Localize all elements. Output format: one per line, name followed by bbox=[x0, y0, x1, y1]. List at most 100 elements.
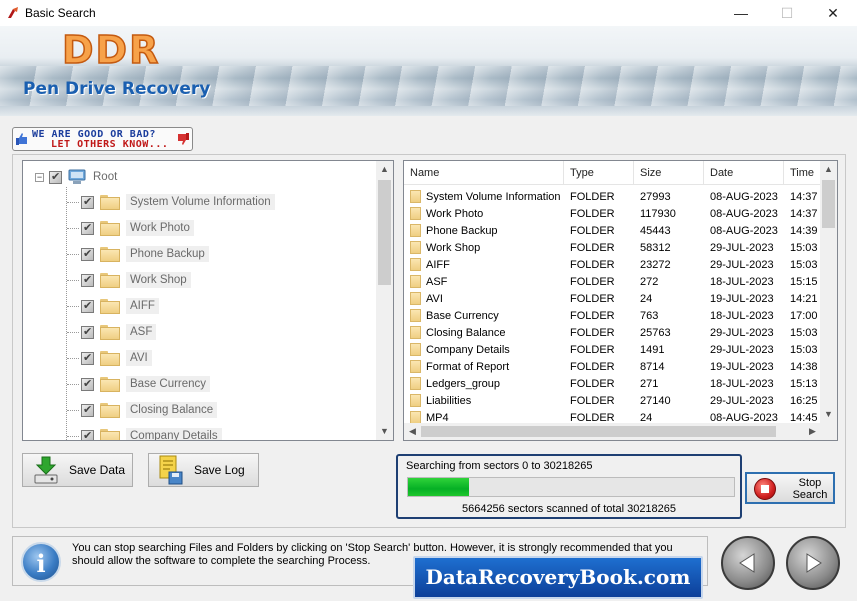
info-icon: i bbox=[21, 542, 61, 582]
results-table[interactable]: Name Type Size Date Time System Volume I… bbox=[403, 160, 838, 441]
cell-size: 117930 bbox=[640, 207, 676, 220]
stop-search-button[interactable]: Stop Search bbox=[745, 472, 835, 504]
cell-time: 14:45 bbox=[790, 411, 818, 424]
item-checkbox[interactable] bbox=[81, 299, 94, 313]
cell-time: 15:13 bbox=[790, 377, 818, 390]
tree-item-label: Work Shop bbox=[126, 272, 191, 288]
table-row[interactable]: Base Currency FOLDER 763 18-JUL-2023 17:00 bbox=[404, 307, 821, 324]
cell-date: 29-JUL-2023 bbox=[710, 343, 774, 356]
tree-item[interactable]: Closing Balance bbox=[81, 398, 218, 422]
cell-time: 15:03 bbox=[790, 258, 818, 271]
tree-branch bbox=[67, 228, 79, 229]
column-date[interactable]: Date bbox=[704, 161, 784, 185]
table-row[interactable]: Work Shop FOLDER 58312 29-JUL-2023 15:03 bbox=[404, 239, 821, 256]
scroll-down-arrow[interactable]: ▼ bbox=[820, 406, 837, 423]
cell-type: FOLDER bbox=[570, 309, 615, 322]
folder-tree[interactable]: − Root System Volume Information Work Ph… bbox=[22, 160, 394, 441]
cell-name-text: Ledgers_group bbox=[426, 377, 501, 390]
table-row[interactable]: AVI FOLDER 24 19-JUL-2023 14:21 bbox=[404, 290, 821, 307]
item-checkbox[interactable] bbox=[81, 325, 94, 339]
cell-date: 08-AUG-2023 bbox=[710, 190, 778, 203]
collapse-toggle[interactable]: − bbox=[35, 172, 44, 182]
cell-name: Work Shop bbox=[404, 241, 564, 254]
cell-size: 763 bbox=[640, 309, 659, 322]
column-size[interactable]: Size bbox=[634, 161, 704, 185]
scroll-left-arrow[interactable]: ◀ bbox=[404, 423, 421, 440]
cell-time: 15:03 bbox=[790, 241, 818, 254]
item-checkbox[interactable] bbox=[81, 429, 94, 440]
column-name[interactable]: Name bbox=[404, 161, 564, 185]
cell-type: FOLDER bbox=[570, 411, 615, 424]
tree-scrollbar[interactable]: ▲ ▼ bbox=[376, 161, 393, 440]
item-checkbox[interactable] bbox=[81, 377, 94, 391]
table-row[interactable]: System Volume Information FOLDER 27993 08-A… bbox=[404, 188, 821, 205]
cell-name: AIFF bbox=[404, 258, 564, 271]
progress-bar-fill bbox=[408, 478, 470, 496]
tree-item[interactable]: AIFF bbox=[81, 294, 159, 318]
column-type[interactable]: Type bbox=[564, 161, 634, 185]
tree-item[interactable]: Base Currency bbox=[81, 372, 211, 396]
tree-item[interactable]: Work Shop bbox=[81, 268, 191, 292]
save-data-label: Save Data bbox=[69, 463, 126, 477]
table-row[interactable]: Liabilities FOLDER 27140 29-JUL-2023 16:25 bbox=[404, 392, 821, 409]
table-row[interactable]: Closing Balance FOLDER 25763 29-JUL-2023 15:… bbox=[404, 324, 821, 341]
tree-root[interactable]: − Root bbox=[35, 165, 117, 189]
item-checkbox[interactable] bbox=[81, 221, 94, 235]
minimize-button[interactable]: — bbox=[718, 0, 764, 26]
tree-item-label: Phone Backup bbox=[126, 246, 209, 262]
save-log-button[interactable]: Save Log bbox=[148, 453, 259, 487]
tree-branch bbox=[67, 358, 79, 359]
tree-item[interactable]: Work Photo bbox=[81, 216, 194, 240]
table-scrollbar-vertical[interactable]: ▲ ▼ bbox=[820, 161, 837, 423]
close-button[interactable]: ✕ bbox=[810, 0, 856, 26]
thumbs-down-icon bbox=[178, 133, 189, 145]
item-checkbox[interactable] bbox=[81, 273, 94, 287]
table-row[interactable]: Format of Report FOLDER 8714 19-JUL-2023 14:… bbox=[404, 358, 821, 375]
website-brand-banner[interactable]: DataRecoveryBook.com bbox=[413, 556, 703, 599]
tree-branch bbox=[67, 280, 79, 281]
cell-type: FOLDER bbox=[570, 377, 615, 390]
feedback-line2: LET OTHERS KNOW... bbox=[51, 139, 169, 150]
folder-icon bbox=[410, 377, 421, 390]
stop-search-label: Stop Search bbox=[787, 477, 833, 501]
tree-item[interactable]: ASF bbox=[81, 320, 157, 344]
search-range-text: Searching from sectors 0 to 30218265 bbox=[406, 460, 593, 472]
item-checkbox[interactable] bbox=[81, 247, 94, 261]
scroll-thumb[interactable] bbox=[822, 180, 835, 228]
item-checkbox[interactable] bbox=[81, 351, 94, 365]
back-button[interactable] bbox=[721, 536, 775, 590]
tree-item[interactable]: AVI bbox=[81, 346, 152, 370]
tree-item[interactable]: Phone Backup bbox=[81, 242, 209, 266]
table-row[interactable]: Work Photo FOLDER 117930 08-AUG-2023 14:37 bbox=[404, 205, 821, 222]
table-row[interactable]: Ledgers_group FOLDER 271 18-JUL-2023 15:13 bbox=[404, 375, 821, 392]
cell-type: FOLDER bbox=[570, 241, 615, 254]
tree-item[interactable]: Company Details bbox=[81, 424, 222, 440]
item-checkbox[interactable] bbox=[81, 403, 94, 417]
maximize-button[interactable]: ☐ bbox=[764, 0, 810, 26]
item-checkbox[interactable] bbox=[81, 195, 94, 209]
folder-icon bbox=[410, 207, 421, 220]
table-row[interactable]: ASF FOLDER 272 18-JUL-2023 15:15 bbox=[404, 273, 821, 290]
save-data-button[interactable]: Save Data bbox=[22, 453, 133, 487]
feedback-button[interactable]: WE ARE GOOD OR BAD? LET OTHERS KNOW... bbox=[12, 127, 193, 151]
scroll-thumb[interactable] bbox=[378, 180, 391, 285]
scroll-thumb[interactable] bbox=[421, 426, 776, 437]
tree-item-label: Work Photo bbox=[126, 220, 194, 236]
cell-name: Company Details bbox=[404, 343, 564, 356]
tree-item[interactable]: System Volume Information bbox=[81, 190, 275, 214]
scroll-up-arrow[interactable]: ▲ bbox=[820, 161, 837, 178]
table-scrollbar-horizontal[interactable]: ◀ ▶ bbox=[404, 423, 821, 440]
table-row[interactable]: Company Details FOLDER 1491 29-JUL-2023 15:0… bbox=[404, 341, 821, 358]
cell-name: ASF bbox=[404, 275, 564, 288]
root-checkbox[interactable] bbox=[49, 170, 62, 184]
forward-button[interactable] bbox=[786, 536, 840, 590]
column-time[interactable]: Time bbox=[784, 161, 821, 185]
scroll-up-arrow[interactable]: ▲ bbox=[376, 161, 393, 178]
tree-branch bbox=[67, 202, 79, 203]
scroll-right-arrow[interactable]: ▶ bbox=[804, 423, 821, 440]
scroll-down-arrow[interactable]: ▼ bbox=[376, 423, 393, 440]
folder-icon bbox=[100, 376, 120, 392]
table-header: Name Type Size Date Time bbox=[404, 161, 821, 185]
table-row[interactable]: AIFF FOLDER 23272 29-JUL-2023 15:03 bbox=[404, 256, 821, 273]
table-row[interactable]: Phone Backup FOLDER 45443 08-AUG-2023 14:39 bbox=[404, 222, 821, 239]
